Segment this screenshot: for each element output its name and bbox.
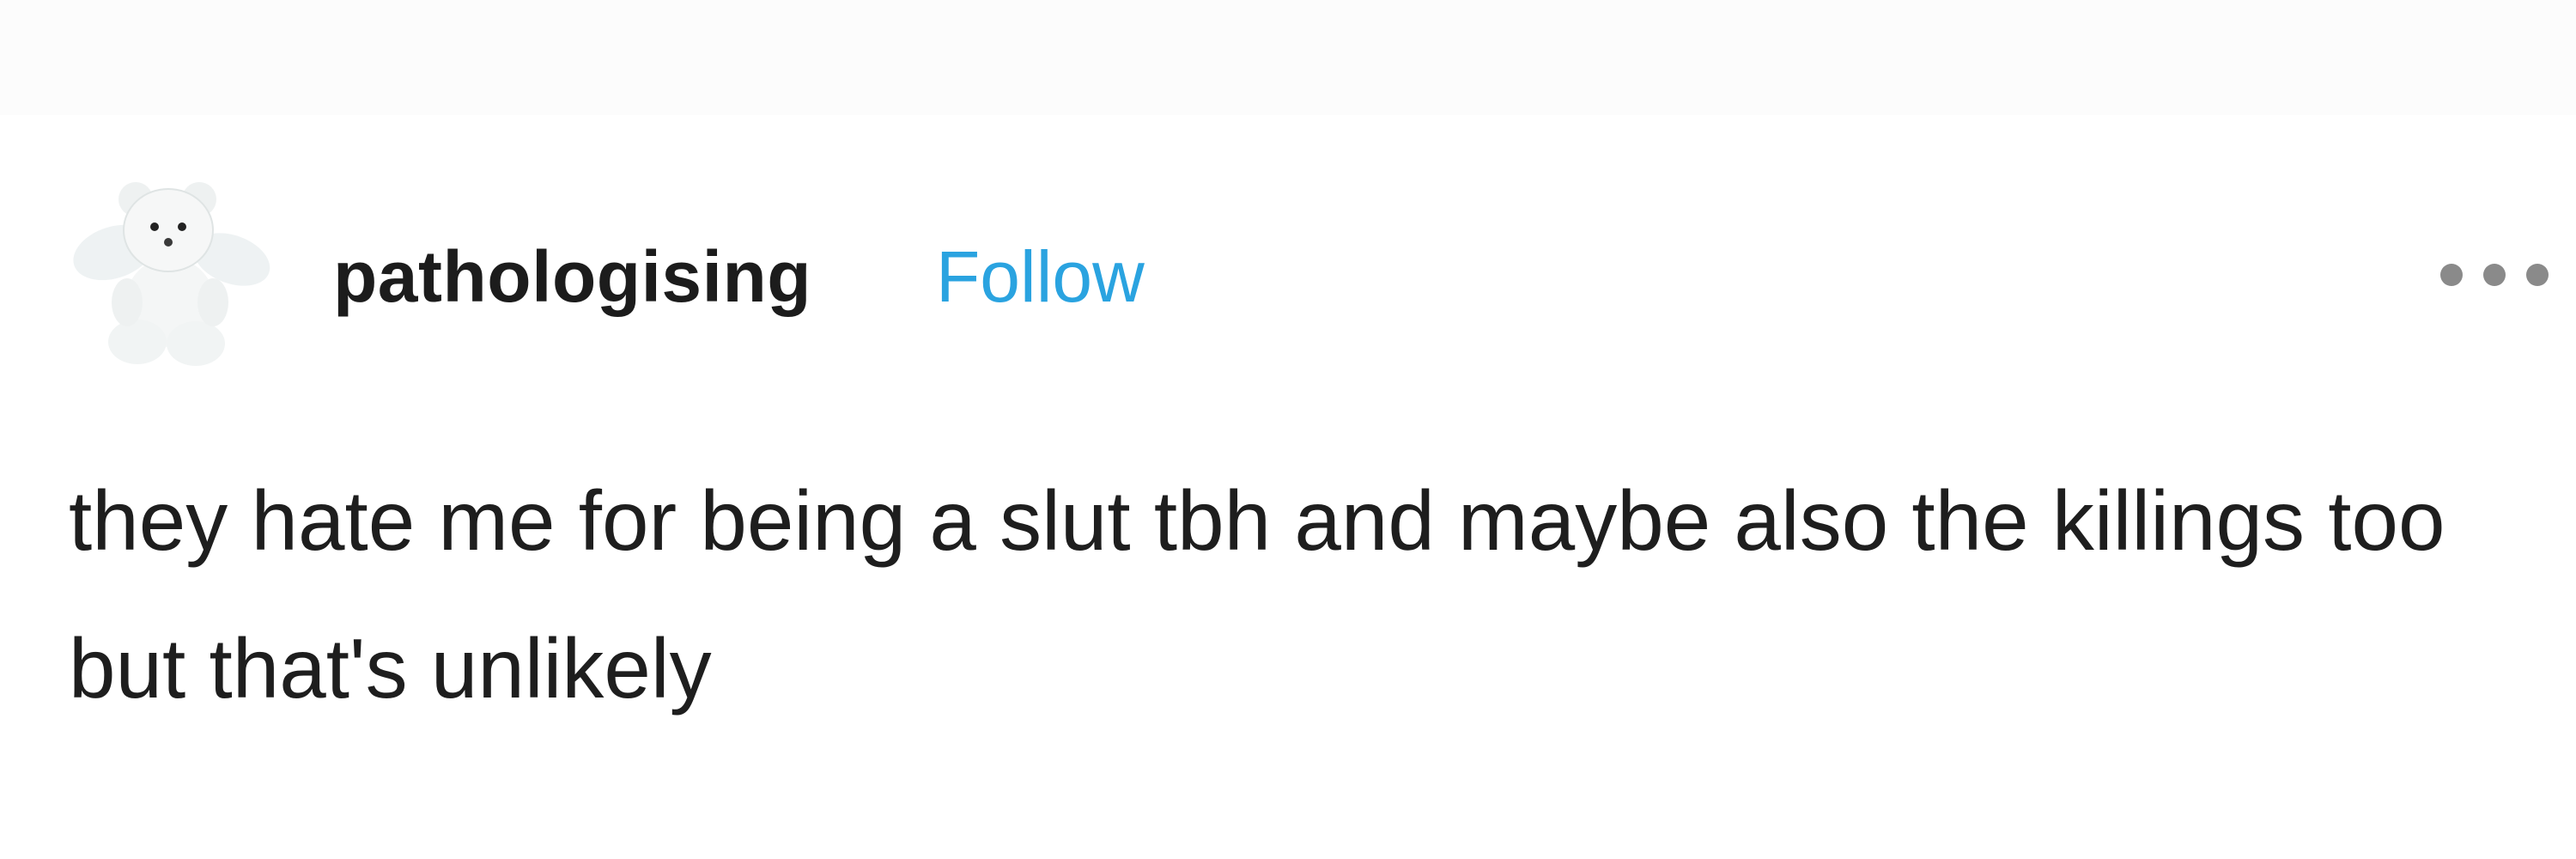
- top-divider-strip: [0, 0, 2576, 115]
- post-body-text: they hate me for being a slut tbh and ma…: [69, 473, 2445, 716]
- blog-name[interactable]: pathologising: [333, 234, 811, 320]
- follow-button[interactable]: Follow: [936, 234, 1145, 320]
- more-options-button[interactable]: [2430, 249, 2559, 301]
- avatar[interactable]: [69, 174, 275, 371]
- more-options-icon: [2440, 264, 2549, 286]
- post-header: pathologising Follow: [0, 155, 2576, 378]
- teddy-bear-angel-icon: [73, 182, 270, 366]
